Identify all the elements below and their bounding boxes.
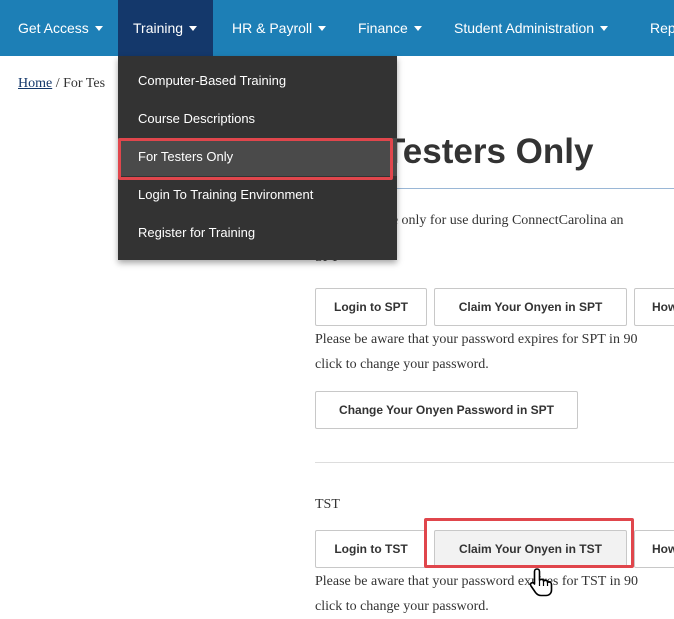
spt-password-notice: Please be aware that your password expir…	[315, 327, 637, 377]
caret-down-icon	[600, 26, 609, 31]
claim-onyen-spt-button[interactable]: Claim Your Onyen in SPT	[434, 288, 627, 326]
menu-item-register-for-training[interactable]: Register for Training	[118, 214, 397, 252]
tst-notice-line-1: Please be aware that your password expir…	[315, 574, 638, 589]
menu-item-course-descriptions[interactable]: Course Descriptions	[118, 100, 397, 138]
caret-down-icon	[318, 26, 327, 31]
caret-down-icon	[189, 26, 198, 31]
tst-section-label: TST	[315, 497, 340, 512]
menu-item-for-testers-only[interactable]: For Testers Only	[118, 138, 397, 176]
nav-student-administration[interactable]: Student Administration	[454, 0, 609, 56]
nav-label: Get Access	[18, 20, 89, 36]
tst-password-notice: Please be aware that your password expir…	[315, 569, 638, 619]
nav-reporting[interactable]: Rep	[650, 0, 674, 56]
nav-hr-payroll[interactable]: HR & Payroll	[232, 0, 327, 56]
claim-onyen-tst-button[interactable]: Claim Your Onyen in TST	[434, 530, 627, 568]
nav-label: Finance	[358, 20, 408, 36]
spt-notice-line-2: click to change your password.	[315, 357, 489, 372]
nav-finance[interactable]: Finance	[358, 0, 422, 56]
menu-item-computer-based-training[interactable]: Computer-Based Training	[118, 62, 397, 100]
nav-label: Training	[133, 20, 184, 36]
nav-get-access[interactable]: Get Access	[18, 0, 103, 56]
breadcrumb-separator: /	[52, 76, 64, 91]
top-navigation: Get Access Training HR & Payroll Finance…	[0, 0, 674, 56]
login-spt-button[interactable]: Login to SPT	[315, 288, 427, 326]
login-tst-button[interactable]: Login to TST	[315, 530, 427, 568]
breadcrumb-current: For Tes	[63, 76, 106, 91]
section-divider	[315, 462, 674, 463]
spt-notice-line-1: Please be aware that your password expir…	[315, 332, 638, 347]
caret-down-icon	[94, 26, 103, 31]
how-tst-button[interactable]: How	[634, 530, 674, 568]
tst-notice-line-2: click to change your password.	[315, 599, 489, 614]
how-spt-button[interactable]: How	[634, 288, 674, 326]
menu-item-login-training-environment[interactable]: Login To Training Environment	[118, 176, 397, 214]
page-title: Testers Only	[384, 132, 594, 171]
intro-text: s are only for use during ConnectCarolin…	[372, 213, 624, 228]
training-dropdown-menu: Computer-Based Training Course Descripti…	[118, 56, 397, 260]
hand-pointer-icon	[529, 568, 553, 597]
breadcrumb-home-link[interactable]: Home	[18, 76, 52, 91]
caret-down-icon	[413, 26, 422, 31]
nav-label: HR & Payroll	[232, 20, 313, 36]
nav-label: Rep	[650, 20, 674, 36]
nav-label: Student Administration	[454, 20, 595, 36]
breadcrumb: Home / For Tes	[18, 76, 105, 92]
nav-training[interactable]: Training	[118, 0, 213, 56]
change-onyen-password-spt-button[interactable]: Change Your Onyen Password in SPT	[315, 391, 578, 429]
